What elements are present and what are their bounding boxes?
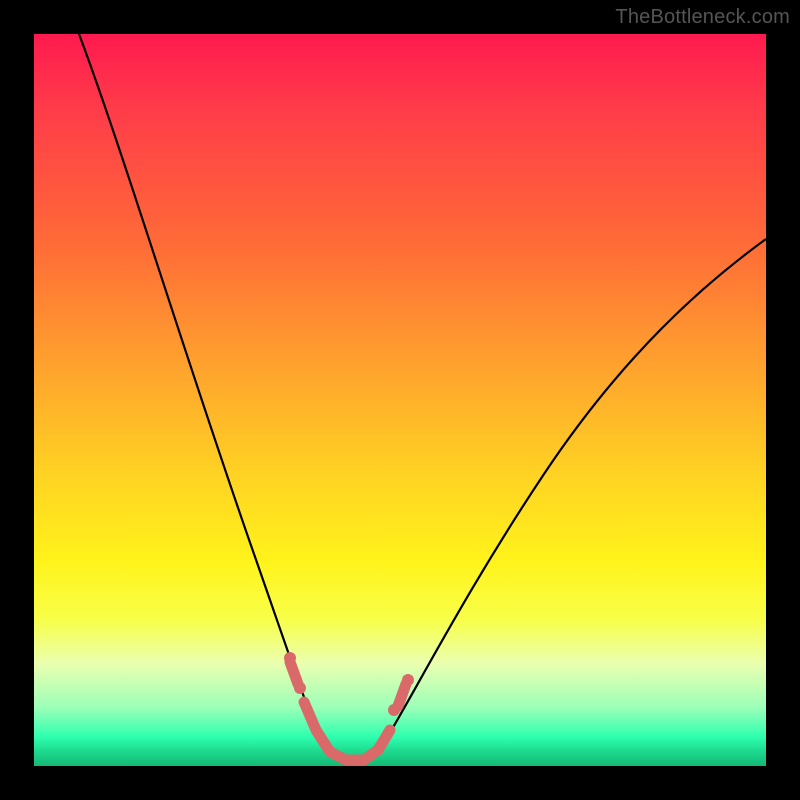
right-branch-curve (382, 239, 766, 746)
watermark-text: TheBottleneck.com (615, 6, 790, 29)
curve-svg (34, 34, 766, 766)
plot-area (34, 34, 766, 766)
marker-dot (402, 674, 414, 686)
frame: TheBottleneck.com (0, 0, 800, 800)
marker-dot (294, 682, 306, 694)
marker-dot (388, 704, 400, 716)
marker-dot (284, 652, 296, 664)
left-branch-curve (79, 34, 322, 746)
